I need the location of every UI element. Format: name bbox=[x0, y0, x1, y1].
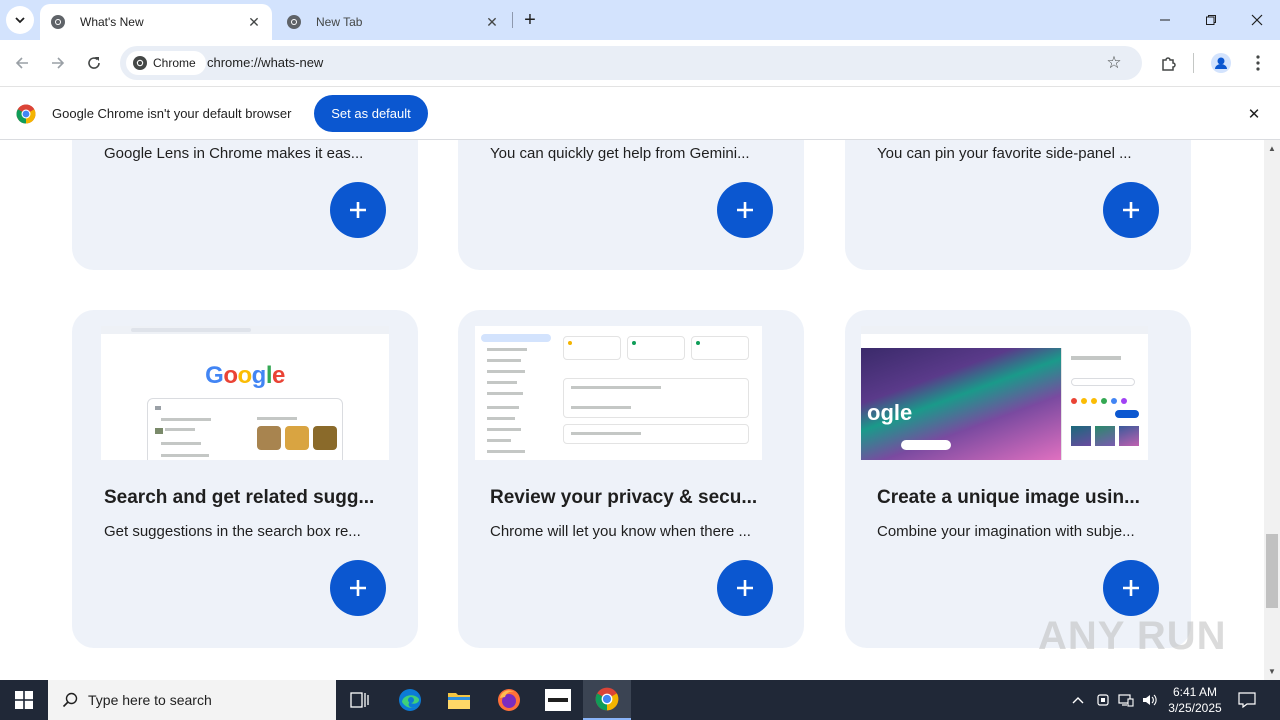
firefox-icon[interactable] bbox=[485, 680, 533, 720]
chrome-favicon-icon bbox=[50, 14, 66, 30]
feature-card-unique-image[interactable]: ogle Create a unique image usin... Combi… bbox=[845, 310, 1191, 648]
expand-plus-icon[interactable] bbox=[717, 560, 773, 616]
chrome-color-logo-icon bbox=[16, 104, 36, 124]
tab-title: What's New bbox=[80, 15, 144, 29]
site-info-chip[interactable]: Chrome bbox=[126, 51, 206, 75]
privacy-settings-screenshot bbox=[475, 326, 762, 460]
clock-date: 3/25/2025 bbox=[1168, 701, 1222, 715]
notifications-icon[interactable] bbox=[1237, 690, 1257, 710]
customize-chrome-screenshot: ogle bbox=[861, 326, 1148, 460]
tray-device-icon[interactable] bbox=[1093, 690, 1113, 710]
clock-time: 6:41 AM bbox=[1172, 685, 1218, 699]
expand-plus-icon[interactable] bbox=[330, 182, 386, 238]
chrome-logo-icon bbox=[132, 55, 148, 71]
task-view-icon[interactable] bbox=[336, 680, 384, 720]
chrome-favicon-icon bbox=[286, 14, 302, 30]
extensions-puzzle-icon[interactable] bbox=[1156, 50, 1182, 76]
feature-card[interactable]: You can pin your favorite side-panel ... bbox=[845, 140, 1191, 270]
tab-close-icon[interactable]: ✕ bbox=[244, 12, 264, 32]
card-description: You can quickly get help from Gemini... bbox=[490, 145, 750, 162]
set-as-default-button[interactable]: Set as default bbox=[314, 95, 428, 132]
card-title: Review your privacy & secu... bbox=[490, 487, 758, 508]
network-icon[interactable] bbox=[1116, 690, 1136, 710]
taskbar-search-box[interactable]: Type here to search bbox=[48, 680, 336, 720]
card-title: Search and get related sugg... bbox=[104, 487, 375, 508]
reload-icon[interactable] bbox=[80, 49, 108, 77]
feature-card-privacy-security[interactable]: Review your privacy & secu... Chrome wil… bbox=[458, 310, 804, 648]
volume-icon[interactable] bbox=[1140, 690, 1160, 710]
card-title: Create a unique image usin... bbox=[877, 487, 1140, 508]
feature-card-search-suggestions[interactable]: Google Search and get related sugg... Ge… bbox=[72, 310, 418, 648]
page-scrollbar[interactable]: ▲ ▼ bbox=[1264, 140, 1280, 680]
browser-toolbar: Chrome chrome://whats-new ☆ bbox=[0, 40, 1280, 86]
infobar-close-icon[interactable]: ✕ bbox=[1244, 104, 1264, 124]
chevron-down-icon bbox=[15, 17, 25, 24]
close-icon[interactable] bbox=[1234, 0, 1280, 40]
windows-start-icon[interactable] bbox=[0, 680, 48, 720]
feature-card[interactable]: You can quickly get help from Gemini... bbox=[458, 140, 804, 270]
bookmark-star-icon[interactable]: ☆ bbox=[1104, 53, 1124, 73]
profile-avatar-icon[interactable] bbox=[1208, 50, 1234, 76]
app-tile-icon[interactable] bbox=[534, 680, 582, 720]
scroll-down-arrow-icon[interactable]: ▼ bbox=[1267, 666, 1277, 676]
url-text[interactable]: chrome://whats-new bbox=[207, 55, 323, 70]
site-chip-label: Chrome bbox=[153, 56, 196, 70]
chrome-taskbar-icon[interactable] bbox=[583, 680, 631, 720]
file-explorer-icon[interactable] bbox=[435, 680, 483, 720]
tab-new-tab[interactable]: New Tab ✕ bbox=[276, 4, 510, 40]
tray-chevron-up-icon[interactable] bbox=[1068, 690, 1088, 710]
expand-plus-icon[interactable] bbox=[1103, 560, 1159, 616]
scroll-up-arrow-icon[interactable]: ▲ bbox=[1267, 143, 1277, 153]
back-arrow-icon[interactable] bbox=[8, 49, 36, 77]
default-browser-infobar: Google Chrome isn't your default browser… bbox=[0, 86, 1280, 140]
forward-arrow-icon[interactable] bbox=[44, 49, 72, 77]
tab-whats-new[interactable]: What's New ✕ bbox=[40, 4, 272, 40]
google-logo-fragment: ogle bbox=[867, 400, 913, 425]
tab-search-button[interactable] bbox=[6, 6, 34, 34]
card-description: Chrome will let you know when there ... bbox=[490, 523, 751, 540]
address-bar[interactable]: Chrome chrome://whats-new ☆ bbox=[120, 46, 1142, 80]
infobar-message: Google Chrome isn't your default browser bbox=[52, 106, 292, 121]
search-icon bbox=[62, 692, 78, 708]
card-description: Combine your imagination with subje... bbox=[877, 523, 1135, 540]
minimize-icon[interactable] bbox=[1142, 0, 1188, 40]
restore-icon[interactable] bbox=[1188, 0, 1234, 40]
edge-browser-icon[interactable] bbox=[386, 680, 434, 720]
taskbar-search-placeholder: Type here to search bbox=[88, 692, 212, 708]
expand-plus-icon[interactable] bbox=[330, 560, 386, 616]
google-logo: Google bbox=[205, 362, 285, 389]
feature-card[interactable]: Google Lens in Chrome makes it eas... bbox=[72, 140, 418, 270]
tab-separator bbox=[512, 12, 513, 28]
search-suggestions-screenshot: Google bbox=[101, 326, 389, 460]
card-description: Get suggestions in the search box re... bbox=[104, 523, 361, 540]
windows-taskbar: Type here to search 6:41 AM 3/25/2025 bbox=[0, 680, 1280, 720]
whats-new-content: Google Lens in Chrome makes it eas... Yo… bbox=[0, 140, 1264, 680]
expand-plus-icon[interactable] bbox=[1103, 182, 1159, 238]
tab-strip: What's New ✕ New Tab ✕ + bbox=[0, 0, 1280, 40]
anyrun-watermark: ANY RUN bbox=[1038, 614, 1227, 658]
new-tab-plus-icon[interactable]: + bbox=[518, 8, 542, 32]
expand-plus-icon[interactable] bbox=[717, 182, 773, 238]
tab-close-icon[interactable]: ✕ bbox=[482, 12, 502, 32]
card-description: Google Lens in Chrome makes it eas... bbox=[104, 145, 364, 162]
card-description: You can pin your favorite side-panel ... bbox=[877, 145, 1132, 162]
tab-title: New Tab bbox=[316, 15, 363, 29]
system-clock[interactable]: 6:41 AM 3/25/2025 bbox=[1160, 684, 1230, 716]
more-menu-icon[interactable] bbox=[1245, 50, 1271, 76]
toolbar-separator bbox=[1193, 53, 1194, 73]
scrollbar-thumb[interactable] bbox=[1266, 534, 1278, 608]
